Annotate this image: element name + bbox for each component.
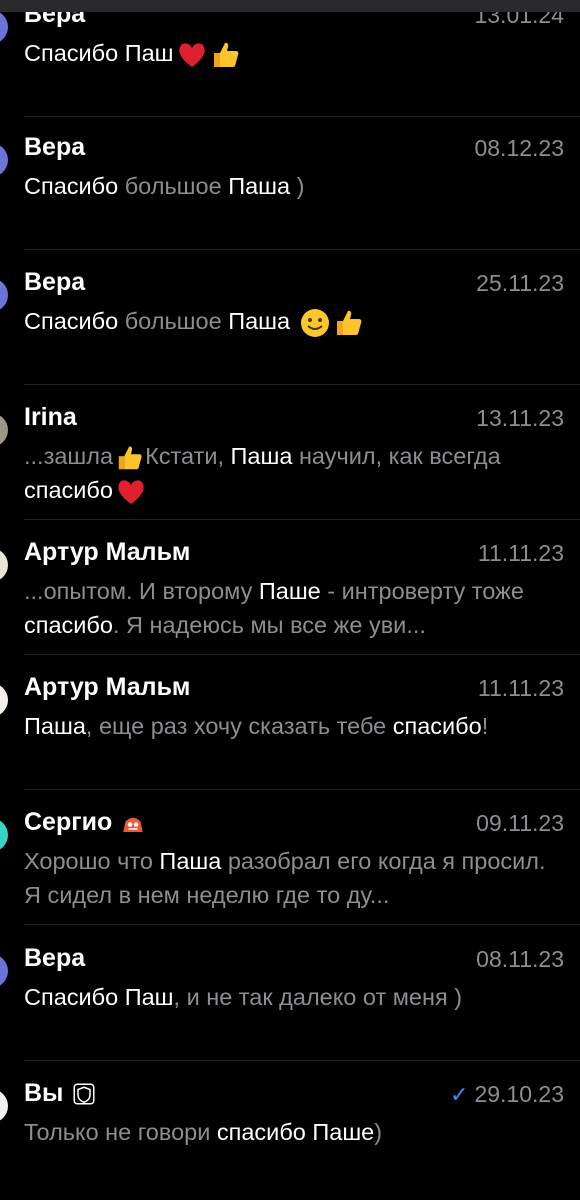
- message-snippet: Спасибо Паш: [24, 36, 562, 71]
- message-date: 09.11.23: [476, 810, 564, 837]
- chat-result-row[interactable]: Вера 08.12.23 Спасибо большое Паша ): [0, 115, 580, 250]
- snippet-text: - интроверту тоже: [320, 578, 524, 604]
- avatar[interactable]: [0, 818, 8, 852]
- message-date-text: 25.11.23: [476, 270, 564, 296]
- snippet-text: , еще раз хочу сказать тебе: [85, 713, 393, 739]
- search-match-text: Паша: [230, 443, 293, 469]
- message-date: 13.11.23: [476, 405, 564, 432]
- heart-emoji: [118, 480, 144, 504]
- snippet-text: ...зашла: [24, 443, 114, 469]
- avatar[interactable]: [0, 143, 8, 177]
- snippet-text: !: [481, 713, 489, 739]
- search-match-text: Паша: [24, 713, 86, 739]
- snippet-text: научил, как всегда: [292, 443, 501, 469]
- avatar[interactable]: [0, 413, 8, 447]
- search-match-text: Паша: [228, 173, 291, 199]
- sender-name: Вера: [24, 133, 86, 161]
- chat-result-row[interactable]: Вера 25.11.23 Спасибо большое Паша: [0, 250, 580, 385]
- status-bar: [0, 0, 580, 12]
- sender-name: Вы: [24, 1079, 96, 1108]
- message-date-text: 29.10.23: [474, 1081, 564, 1107]
- row-divider: [24, 924, 580, 925]
- message-snippet: Спасибо Паш, и не так далеко от меня ): [24, 980, 562, 1014]
- message-date: 25.11.23: [476, 270, 564, 297]
- message-date: ✓ 29.10.23: [450, 1081, 564, 1108]
- message-date-text: 11.11.23: [477, 675, 564, 701]
- snippet-text: большое: [118, 308, 229, 334]
- sender-name: Вера: [24, 944, 86, 972]
- message-snippet: Спасибо большое Паша: [24, 304, 562, 339]
- heart-emoji: [178, 43, 205, 67]
- sender-name: Сергио: [24, 808, 145, 837]
- snippet-text: . Я надеюсь мы все же уви...: [112, 612, 426, 638]
- snippet-text: [290, 308, 297, 334]
- message-snippet: Паша, еще раз хочу сказать тебе спасибо!: [24, 709, 562, 743]
- message-date-text: 13.01.24: [474, 12, 564, 28]
- snippet-text: , и не так далеко от меня ): [173, 984, 463, 1010]
- chat-result-row[interactable]: Вера 08.11.23 Спасибо Паш, и не так далеко…: [0, 926, 580, 1061]
- thumbs-up-emoji: [336, 310, 362, 335]
- snippet-text: ): [374, 1119, 383, 1145]
- search-match-text: Паша: [159, 848, 222, 874]
- chat-result-row[interactable]: Артур Мальм 11.11.23 Паша, еще раз хочу ск…: [0, 655, 580, 790]
- smile-emoji: [300, 308, 329, 337]
- avatar[interactable]: [0, 1089, 8, 1123]
- message-snippet: Хорошо что Паша разобрал его когда я про…: [24, 844, 562, 912]
- thumbs-up-emoji: [213, 42, 238, 67]
- search-match-text: Спасибо: [24, 308, 119, 334]
- crab-face-emoji: [123, 818, 143, 833]
- snippet-text: Только не говори: [24, 1119, 217, 1145]
- message-date-text: 08.11.23: [476, 946, 564, 972]
- message-date-text: 13.11.23: [476, 405, 564, 431]
- message-snippet: Только не говори спасибо Паше): [24, 1115, 562, 1149]
- sender-name: Irina: [24, 403, 77, 431]
- sender-name: Вера: [24, 268, 86, 296]
- snippet-text: ...опытом. И второму: [24, 578, 259, 604]
- avatar[interactable]: [0, 683, 8, 717]
- sender-name: Артур Мальм: [24, 673, 191, 701]
- chat-result-row[interactable]: Irina 13.11.23 ...зашла Кстати, Паша научил…: [0, 385, 580, 520]
- avatar[interactable]: [0, 954, 8, 988]
- message-date: 11.11.23: [478, 540, 564, 567]
- message-date: 08.12.23: [474, 135, 564, 162]
- search-match-text: спасибо: [24, 612, 113, 638]
- message-date: 13.01.24: [474, 12, 564, 29]
- avatar[interactable]: [0, 278, 8, 312]
- snippet-text: ): [290, 173, 305, 199]
- sender-name: Артур Мальм: [24, 538, 191, 566]
- thumbs-up-emoji: [118, 446, 142, 470]
- message-date: 11.11.23: [478, 675, 564, 702]
- search-match-text: спасибо: [392, 713, 482, 739]
- shield-badge-emoji: [73, 1083, 95, 1105]
- snippet-text: Кстати,: [145, 443, 231, 469]
- message-snippet: Спасибо большое Паша ): [24, 169, 562, 203]
- snippet-text: большое: [118, 173, 229, 199]
- snippet-text: Хорошо что: [24, 848, 160, 874]
- message-date-text: 09.11.23: [476, 810, 564, 836]
- search-match-text: Паше: [258, 578, 321, 604]
- chat-search-results: Вера 13.01.24 Спасибо Паш Вера 08.12.23 Спаси…: [0, 12, 580, 1200]
- search-match-text: спасибо Паше: [216, 1119, 375, 1145]
- chat-result-row[interactable]: Вера 13.01.24 Спасибо Паш: [0, 12, 580, 117]
- chat-result-row[interactable]: Сергио 09.11.23 Хорошо что Паша разобрал …: [0, 790, 580, 925]
- message-snippet: ...опытом. И второму Паше - интроверту т…: [24, 574, 562, 642]
- message-date: 08.11.23: [476, 946, 564, 973]
- search-match-text: спасибо: [24, 477, 113, 503]
- chat-result-row[interactable]: Артур Мальм 11.11.23 ...опытом. И второму …: [0, 520, 580, 655]
- chat-result-row[interactable]: Вы ✓ 29.10.23 Только не говори спасибо Паш…: [0, 1061, 580, 1196]
- message-date-text: 08.12.23: [474, 135, 564, 161]
- sender-name: Вера: [24, 12, 86, 28]
- avatar[interactable]: [0, 548, 8, 582]
- avatar[interactable]: [0, 12, 8, 44]
- search-match-text: Спасибо Паш: [24, 40, 174, 66]
- message-date-text: 11.11.23: [477, 540, 564, 566]
- read-check-icon: ✓: [450, 1082, 469, 1107]
- search-match-text: Спасибо Паш: [24, 984, 174, 1010]
- search-match-text: Паша: [228, 308, 291, 334]
- search-match-text: Спасибо: [24, 173, 119, 199]
- message-snippet: ...зашла Кстати, Паша научил, как всегда …: [24, 439, 562, 508]
